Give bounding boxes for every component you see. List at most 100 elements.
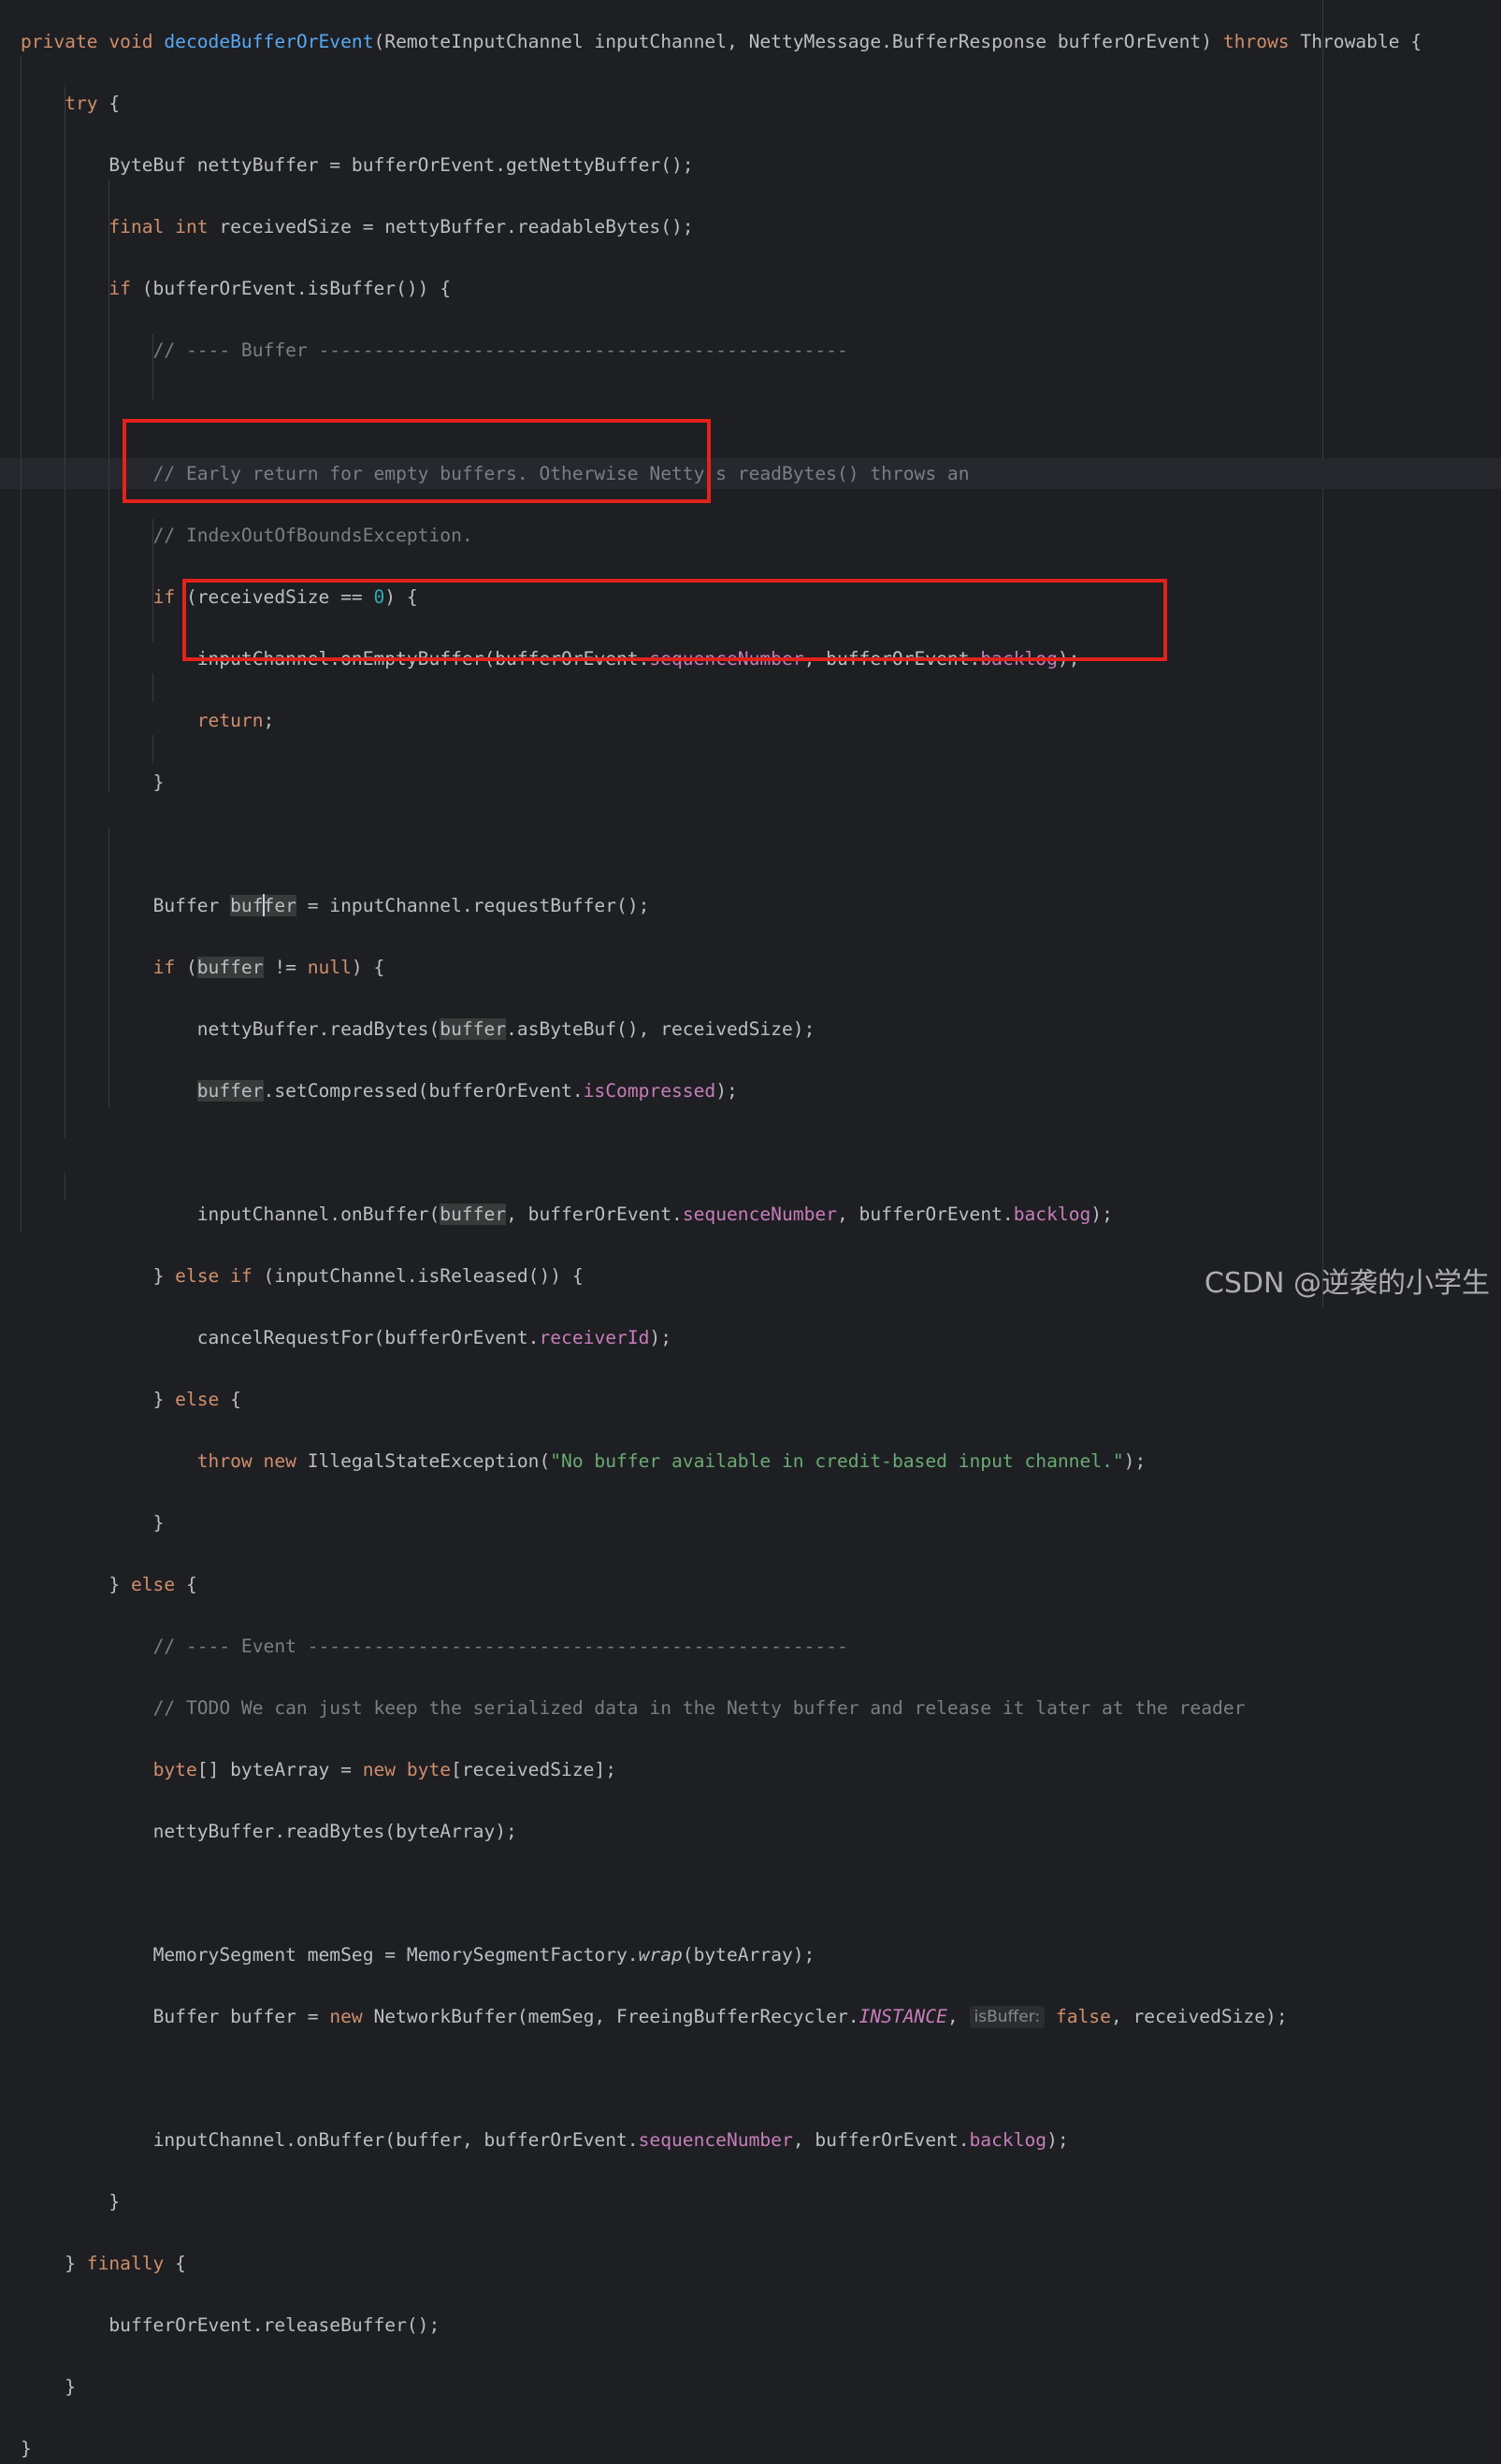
keyword: final xyxy=(108,216,165,238)
code-text: , xyxy=(946,2006,970,2027)
code-text: , bufferOrEvent. xyxy=(836,1203,1014,1225)
field: backlog xyxy=(1013,1203,1091,1225)
keyword: if xyxy=(152,586,176,608)
code-line: } else { xyxy=(21,1384,1422,1415)
code-line: private void decodeBufferOrEvent(RemoteI… xyxy=(21,26,1422,57)
code-text: ); xyxy=(1123,1450,1147,1472)
highlighted-variable: buffer xyxy=(196,1080,264,1102)
field: backlog xyxy=(969,2129,1047,2151)
keyword: false xyxy=(1055,2006,1111,2027)
code-text: != xyxy=(263,957,308,978)
code-text: .asByteBuf(), receivedSize); xyxy=(506,1018,815,1040)
code-text: [receivedSize]; xyxy=(451,1759,617,1780)
field: sequenceNumber xyxy=(638,2129,793,2151)
code-text: { xyxy=(175,1574,197,1595)
code-text: fer xyxy=(263,895,296,916)
code-line: // TODO We can just keep the serialized … xyxy=(21,1693,1422,1723)
code-text: } xyxy=(108,1574,131,1595)
keyword: private xyxy=(21,31,98,52)
code-text: (RemoteInputChannel inputChannel, NettyM… xyxy=(373,31,1223,52)
keyword: throws xyxy=(1222,31,1290,52)
code-text: inputChannel.onBuffer(buffer, bufferOrEv… xyxy=(152,2129,639,2151)
keyword: else xyxy=(130,1574,176,1595)
code-text: (bufferOrEvent.isBuffer()) { xyxy=(130,278,452,299)
keyword: return xyxy=(196,710,264,731)
keyword: else if xyxy=(175,1265,253,1287)
comment: // IndexOutOfBoundsException. xyxy=(152,525,473,546)
code-editor[interactable]: private void decodeBufferOrEvent(RemoteI… xyxy=(0,0,1501,2459)
code-line: // ---- Event --------------------------… xyxy=(21,1631,1422,1662)
code-text: nettyBuffer.readBytes( xyxy=(196,1018,440,1040)
keyword: byte xyxy=(152,1759,197,1780)
code-text: } xyxy=(152,771,165,793)
code-text: [] byteArray = xyxy=(196,1759,363,1780)
red-annotation-box xyxy=(182,579,1167,661)
code-text: { xyxy=(219,1389,241,1410)
highlighted-variable: buffer xyxy=(440,1018,507,1040)
code-text: ) { xyxy=(351,957,385,978)
code-text: (inputChannel.isReleased()) { xyxy=(252,1265,584,1287)
code-text: nettyBuffer.readBytes(byteArray); xyxy=(152,1821,517,1842)
code-text: buf xyxy=(230,895,264,916)
keyword: try xyxy=(65,93,98,114)
static-field: INSTANCE xyxy=(859,2006,947,2027)
code-line: buffer.setCompressed(bufferOrEvent.isCom… xyxy=(21,1075,1422,1106)
watermark: CSDN @逆袭的小学生 xyxy=(1204,1267,1490,1300)
keyword: void xyxy=(108,31,153,52)
code-line: cancelRequestFor(bufferOrEvent.receiverI… xyxy=(21,1322,1422,1353)
code-text: , bufferOrEvent. xyxy=(506,1203,683,1225)
code-line: // ---- Buffer -------------------------… xyxy=(21,335,1422,366)
highlighted-variable: buffer xyxy=(440,1203,507,1225)
code-text: { xyxy=(97,93,121,114)
code-text: inputChannel.onBuffer( xyxy=(196,1203,440,1225)
code-text: { xyxy=(164,2253,186,2274)
code-line: } else { xyxy=(21,1569,1422,1600)
code-line: MemorySegment memSeg = MemorySegmentFact… xyxy=(21,1939,1422,1970)
code-line: } xyxy=(21,767,1422,798)
comment: // ---- Buffer -------------------------… xyxy=(152,339,848,361)
field: sequenceNumber xyxy=(682,1203,837,1225)
code-text: ByteBuf nettyBuffer = bufferOrEvent.getN… xyxy=(108,154,694,176)
code-text: ( xyxy=(175,957,197,978)
code-text: ; xyxy=(263,710,275,731)
code-text: NetworkBuffer(memSeg, FreeingBufferRecyc… xyxy=(362,2006,859,2027)
keyword: if xyxy=(108,278,131,299)
code-text: Buffer buffer = xyxy=(152,2006,330,2027)
code-text: } xyxy=(21,2438,32,2459)
code-line: byte[] byteArray = new byte[receivedSize… xyxy=(21,1754,1422,1785)
code-line: ByteBuf nettyBuffer = bufferOrEvent.getN… xyxy=(21,150,1422,180)
keyword: if xyxy=(152,957,176,978)
code-line: if (bufferOrEvent.isBuffer()) { xyxy=(21,273,1422,304)
code-line: Buffer buffer = inputChannel.requestBuff… xyxy=(21,890,1422,921)
code-text: } xyxy=(152,1389,176,1410)
code-text: cancelRequestFor(bufferOrEvent. xyxy=(196,1327,540,1348)
code-listing[interactable]: private void decodeBufferOrEvent(RemoteI… xyxy=(21,26,1422,2464)
code-text: } xyxy=(108,2191,121,2212)
code-text: ); xyxy=(649,1327,672,1348)
code-line: final int receivedSize = nettyBuffer.rea… xyxy=(21,211,1422,242)
keyword: byte xyxy=(406,1759,452,1780)
code-text: .setCompressed(bufferOrEvent. xyxy=(263,1080,584,1102)
code-line: } finally { xyxy=(21,2248,1422,2279)
keyword: new xyxy=(329,2006,363,2027)
code-line: if (buffer != null) { xyxy=(21,952,1422,983)
code-line: Buffer buffer = new NetworkBuffer(memSeg… xyxy=(21,2001,1422,2032)
code-text: receivedSize = nettyBuffer.readableBytes… xyxy=(208,216,694,238)
code-line: } xyxy=(21,2371,1422,2402)
code-text: } xyxy=(152,1265,176,1287)
parameter-hint: isBuffer: xyxy=(969,2006,1046,2028)
field: receiverId xyxy=(539,1327,650,1348)
code-text: Buffer xyxy=(152,895,231,916)
code-text: , bufferOrEvent. xyxy=(792,2129,970,2151)
code-text: = inputChannel.requestBuffer(); xyxy=(296,895,650,916)
code-line: throw new IllegalStateException("No buff… xyxy=(21,1446,1422,1477)
code-line: bufferOrEvent.releaseBuffer(); xyxy=(21,2310,1422,2341)
field: isCompressed xyxy=(583,1080,716,1102)
code-line: inputChannel.onBuffer(buffer, bufferOrEv… xyxy=(21,1199,1422,1230)
highlighted-variable: buffer xyxy=(196,957,264,978)
keyword: int xyxy=(175,216,209,238)
red-annotation-box xyxy=(123,419,711,503)
